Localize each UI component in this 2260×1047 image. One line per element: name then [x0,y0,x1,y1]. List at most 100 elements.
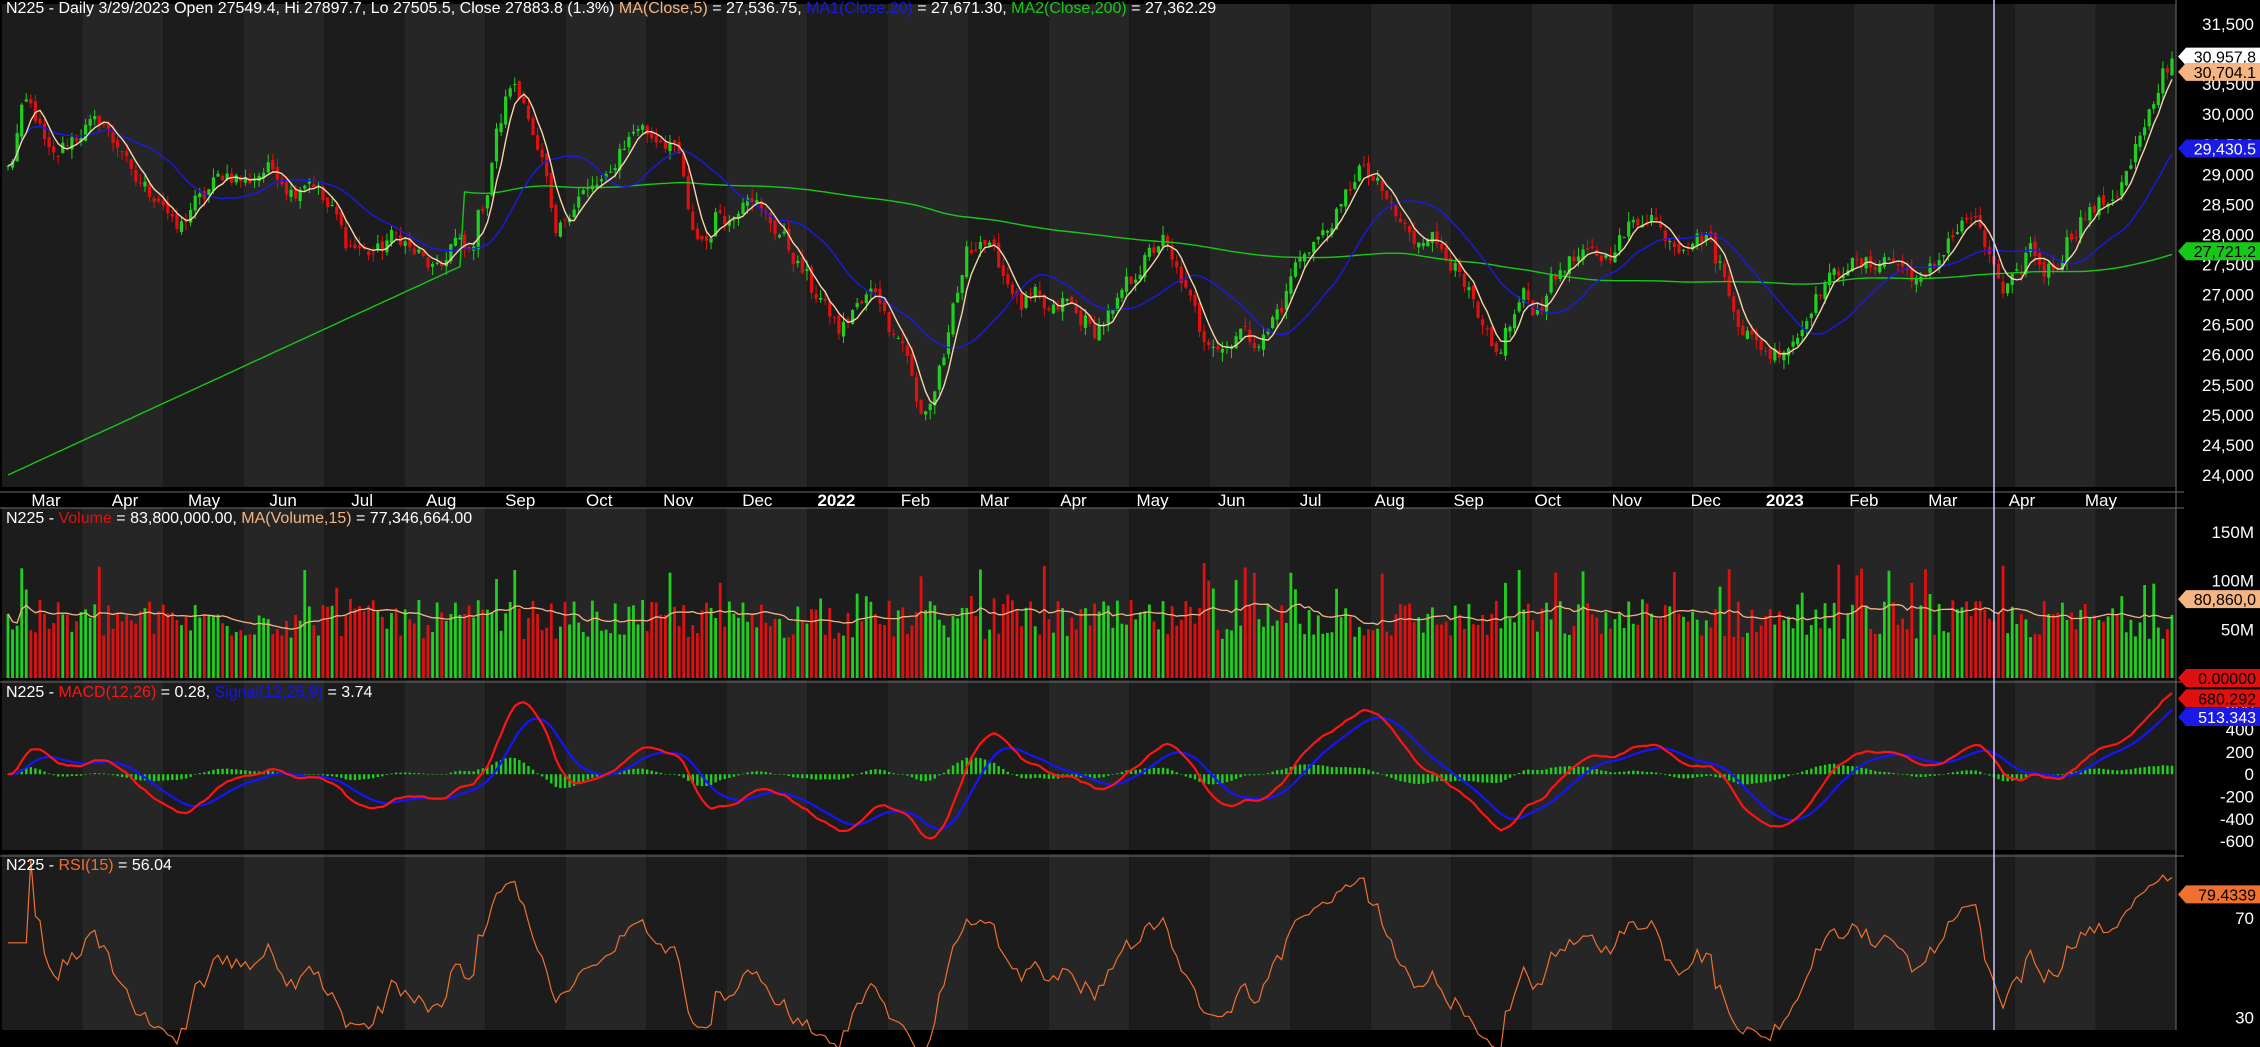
candle-body [1955,232,1960,235]
volume-bar [1061,608,1065,678]
grid-band [2095,854,2176,1030]
histogram-bar [1942,774,1945,775]
histogram-bar [93,773,96,775]
candle-body [1289,276,1293,294]
histogram-bar [1682,774,1685,779]
volume-bar [1855,575,1859,678]
candle-body [659,140,663,143]
histogram-bar [1595,769,1598,775]
candle-body [1079,310,1083,326]
grid-band [1853,4,1935,487]
volume-bar [1905,629,1909,678]
candle-body [88,119,92,126]
candle-body [1307,252,1311,254]
axis-tick-label: 30 [2235,1009,2254,1028]
value-badge-text: 680.292 [2198,691,2256,708]
grid-band [243,854,325,1030]
volume-bar [668,572,672,678]
volume-bar [275,629,279,678]
histogram-bar [1960,770,1964,775]
volume-bar [1006,594,1010,678]
histogram-bar [43,771,46,775]
volume-bar [622,634,626,678]
volume-bar [1271,625,1275,678]
volume-bar [1974,601,1978,678]
volume-bar [1316,615,1320,678]
candle-body [960,275,964,293]
candle-body [74,137,79,142]
histogram-bar [189,774,192,777]
candle-body [1083,315,1088,328]
histogram-bar [2147,766,2151,775]
candle-body [814,293,818,299]
candle-body [1837,271,1841,276]
candle-body [421,251,426,256]
grid-band [1612,4,1693,487]
volume-bar [1750,609,1754,678]
volume-bar [1933,634,1936,678]
histogram-bar [1385,774,1388,777]
volume-bar [1504,582,1507,678]
volume-bar [362,611,366,678]
volume-bar [2111,608,2115,678]
volume-bar [321,605,325,678]
grid-band [807,854,888,1030]
candle-body [485,195,489,209]
grid-band [1209,854,1291,1030]
volume-bar [1618,612,1621,678]
volume-bar [152,633,156,678]
candle-body [1481,319,1485,326]
histogram-bar [874,769,877,775]
histogram-bar [244,770,247,775]
volume-bar [2024,619,2028,678]
histogram-bar [1691,774,1694,778]
histogram-bar [102,773,106,775]
histogram-bar [1485,774,1489,783]
grid-band [163,4,244,487]
histogram-bar [673,774,676,775]
volume-bar [1508,617,1512,678]
histogram-bar [326,774,329,777]
histogram-bar [668,774,672,775]
volume-bar [1453,605,1457,678]
candle-body [476,210,480,250]
volume-bar [851,637,854,678]
volume-bar [1462,628,1466,678]
histogram-bar [385,774,389,776]
volume-bar [796,606,800,678]
candle-body [1380,181,1384,191]
grid-band [726,854,808,1030]
candle-body [2088,207,2092,221]
candle-body [691,211,695,230]
volume-bar [1088,625,1092,678]
histogram-bar [180,774,183,780]
volume-bar [61,614,65,678]
volume-bar [1157,629,1160,678]
candle-body [577,196,581,208]
volume-bar [426,625,430,678]
candle-body [1298,257,1302,262]
volume-bar [1536,631,1539,678]
candle-body [1097,325,1101,341]
ma5-label: MA(Close,5) [618,0,708,17]
candle-body [1312,242,1316,253]
candle-body [303,185,307,189]
histogram-bar [445,773,448,775]
histogram-bar [1714,774,1717,778]
value-badge-text: 30,704.1 [2194,65,2256,82]
candle-body [1339,203,1343,207]
candle-body [1257,346,1261,348]
volume-bar [33,632,37,678]
volume-bar [1832,602,1836,678]
histogram-bar [1965,770,1968,775]
volume-bar [1878,633,1882,678]
histogram-bar [2088,768,2092,775]
candle-body [882,300,887,312]
candle-body [700,235,704,240]
axis-tick-label: 50M [2221,620,2254,639]
histogram-bar [682,774,685,778]
volume-bar [536,613,539,678]
volume-bar [1262,626,1265,678]
candle-body [554,204,558,234]
histogram-bar [1161,767,1165,775]
